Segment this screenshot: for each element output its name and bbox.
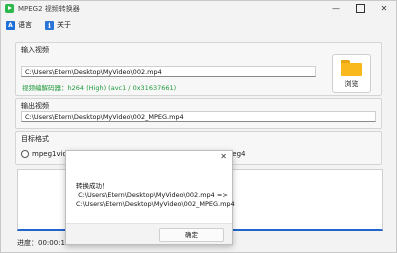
minimize-button[interactable]: —: [324, 1, 348, 17]
output-video-group: 输出视频 C:\Users\Etern\Desktop\MyVideo\002_…: [15, 98, 382, 129]
input-path-field[interactable]: C:\Users\Etern\Desktop\MyVideo\002.mp4: [21, 66, 316, 77]
dialog-close-button[interactable]: ✕: [220, 152, 227, 161]
browse-label: 浏览: [344, 80, 359, 88]
maximize-icon: [355, 4, 365, 13]
language-icon: A: [6, 20, 15, 30]
browse-button[interactable]: 浏览: [332, 54, 371, 93]
menu-language-label: 语言: [18, 21, 32, 29]
window-title: MPEG2 视频转换器: [18, 5, 80, 13]
radio-dot: [21, 150, 29, 158]
menu-about-label: 关于: [57, 21, 71, 29]
output-video-label: 输出视频: [21, 102, 49, 110]
input-video-group: 输入视频 C:\Users\Etern\Desktop\MyVideo\002.…: [15, 42, 382, 96]
success-dialog: ✕ 转换成功！ C:\Users\Etern\Desktop\MyVideo\0…: [65, 150, 235, 245]
main-window: MPEG2 视频转换器 — ✕ A 语言 i 关于 输入视频 C:\Users\Et…: [0, 0, 397, 253]
info-icon: i: [45, 20, 54, 30]
target-format-label: 目标格式: [21, 135, 49, 143]
title-bar: MPEG2 视频转换器 — ✕: [1, 1, 396, 17]
input-video-label: 输入视频: [21, 46, 49, 54]
dialog-footer: 确定: [66, 223, 232, 244]
close-button[interactable]: ✕: [372, 1, 396, 17]
menu-bar: A 语言 i 关于: [1, 17, 396, 33]
menu-about[interactable]: i 关于: [45, 19, 71, 31]
dialog-message: 转换成功！ C:\Users\Etern\Desktop\MyVideo\002…: [76, 182, 235, 208]
app-icon: [5, 4, 14, 13]
ok-button[interactable]: 确定: [159, 228, 224, 242]
output-path-field[interactable]: C:\Users\Etern\Desktop\MyVideo\002_MPEG.…: [21, 111, 376, 122]
maximize-button[interactable]: [348, 1, 372, 17]
codec-info: 视频编解码器：h264 (High) (avc1 / 0x31637661): [22, 84, 177, 92]
folder-icon: [341, 60, 362, 76]
menu-language[interactable]: A 语言: [6, 19, 32, 31]
